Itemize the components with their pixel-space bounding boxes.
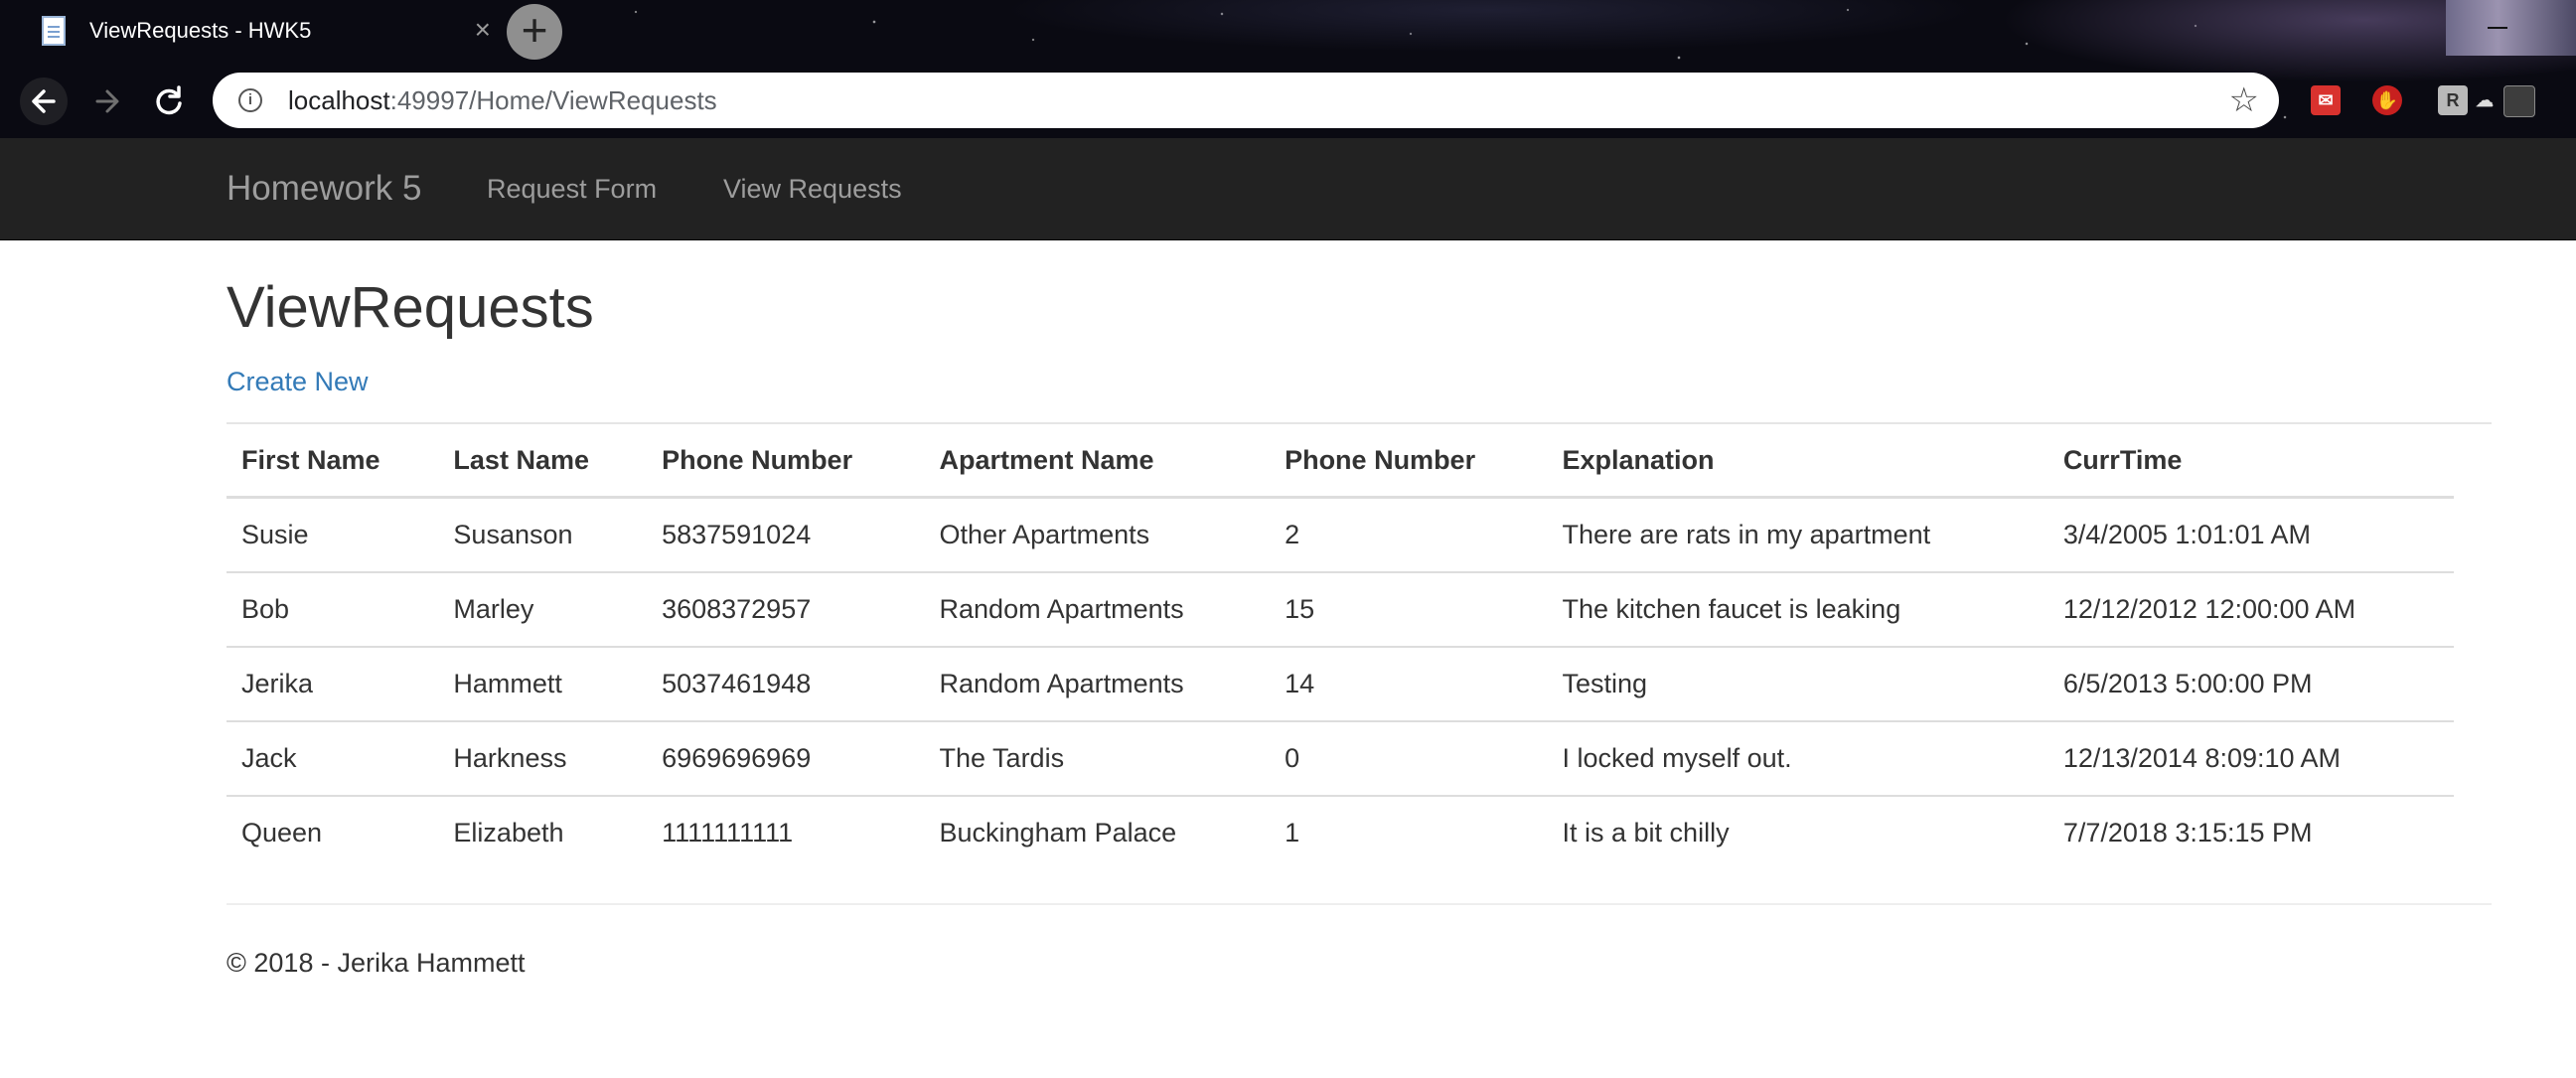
cell-last-name: Hammett bbox=[438, 647, 648, 722]
cell-first-name: Bob bbox=[227, 572, 439, 648]
cell-phone-number: 6969696969 bbox=[647, 721, 925, 797]
reload-icon bbox=[156, 85, 182, 115]
cell-apartment-name: Random Apartments bbox=[924, 572, 1271, 648]
cloud-icon[interactable]: ☁ bbox=[2474, 85, 2496, 115]
table-row: Queen Elizabeth 1111111111 Buckingham Pa… bbox=[227, 796, 2454, 869]
cell-phone-number-2: 15 bbox=[1270, 572, 1548, 648]
site-navbar: Homework 5 Request Form View Requests bbox=[0, 138, 2576, 240]
table-row: Susie Susanson 5837591024 Other Apartmen… bbox=[227, 497, 2454, 573]
tab-title: ViewRequests - HWK5 bbox=[89, 18, 312, 43]
cell-first-name: Jerika bbox=[227, 647, 439, 722]
cell-first-name: Susie bbox=[227, 497, 439, 573]
extension-icon[interactable]: ✉ bbox=[2311, 85, 2341, 115]
cell-explanation: It is a bit chilly bbox=[1562, 818, 1730, 847]
cell-explanation: There are rats in my apartment bbox=[1547, 497, 2048, 573]
cell-last-name: Susanson bbox=[438, 497, 648, 573]
header-curr-time: CurrTime bbox=[2047, 424, 2454, 499]
cell-explanation: Testing bbox=[1547, 647, 2048, 722]
star-icon[interactable]: ☆ bbox=[2229, 80, 2259, 120]
arrow-right-icon bbox=[95, 89, 119, 113]
cell-curr-time: 7/7/2018 3:15:15 PM bbox=[2062, 818, 2313, 847]
back-button[interactable] bbox=[20, 77, 68, 125]
reload-button[interactable] bbox=[145, 77, 193, 125]
create-new-link[interactable]: Create New bbox=[227, 367, 369, 397]
extension-icon[interactable] bbox=[2503, 85, 2535, 117]
cell-phone-number-2: 0 bbox=[1270, 721, 1548, 797]
nav-view-requests[interactable]: View Requests bbox=[723, 138, 902, 239]
cell-curr-time: 12/13/2014 8:09:10 AM bbox=[2047, 721, 2454, 797]
cell-phone-number: 5837591024 bbox=[647, 497, 925, 573]
cell-first-name: Queen bbox=[241, 818, 323, 847]
new-tab-button[interactable]: + bbox=[507, 4, 562, 60]
header-phone-number-2: Phone Number bbox=[1270, 424, 1548, 499]
cell-last-name: Marley bbox=[438, 572, 648, 648]
cell-last-name: Elizabeth bbox=[453, 818, 564, 847]
cell-phone-number-2: 2 bbox=[1270, 497, 1548, 573]
header-first-name: First Name bbox=[227, 424, 439, 499]
url-host: localhost bbox=[288, 84, 390, 115]
cell-first-name: Jack bbox=[227, 721, 439, 797]
cell-curr-time: 6/5/2013 5:00:00 PM bbox=[2047, 647, 2454, 722]
cell-curr-time: 12/12/2012 12:00:00 AM bbox=[2047, 572, 2454, 648]
minimize-icon[interactable] bbox=[2488, 27, 2507, 29]
table-row: Bob Marley 3608372957 Random Apartments … bbox=[227, 572, 2454, 648]
adblock-icon[interactable]: ✋ bbox=[2372, 85, 2402, 115]
cell-explanation: The kitchen faucet is leaking bbox=[1547, 572, 2048, 648]
brand-link[interactable]: Homework 5 bbox=[227, 138, 421, 239]
header-last-name: Last Name bbox=[438, 424, 648, 499]
cell-apartment-name: Random Apartments bbox=[924, 647, 1271, 722]
close-icon[interactable]: × bbox=[475, 16, 491, 44]
table-row: Jerika Hammett 5037461948 Random Apartme… bbox=[227, 647, 2454, 722]
browser-chrome: ViewRequests - HWK5 × + i localhost :499… bbox=[0, 0, 2576, 138]
cell-apartment-name: Other Apartments bbox=[924, 497, 1271, 573]
info-icon[interactable]: i bbox=[238, 88, 262, 112]
cell-phone-number: 1111111111 bbox=[662, 818, 794, 847]
address-bar[interactable]: i localhost :49997/Home/ViewRequests ☆ bbox=[213, 73, 2279, 128]
arrow-left-icon bbox=[32, 89, 56, 113]
header-explanation: Explanation bbox=[1547, 424, 2048, 499]
url-path: :49997/Home/ViewRequests bbox=[389, 84, 717, 115]
cell-apartment-name: Buckingham Palace bbox=[939, 818, 1177, 847]
requests-table: First Name Last Name Phone Number Apartm… bbox=[227, 424, 2454, 869]
cell-phone-number: 3608372957 bbox=[647, 572, 925, 648]
cell-phone-number-2: 14 bbox=[1270, 647, 1548, 722]
nav-request-form[interactable]: Request Form bbox=[487, 138, 657, 239]
table-row: Jack Harkness 6969696969 The Tardis 0 I … bbox=[227, 721, 2454, 797]
header-apartment-name: Apartment Name bbox=[924, 424, 1271, 499]
header-phone-number: Phone Number bbox=[647, 424, 925, 499]
footer-copyright: © 2018 - Jerika Hammett bbox=[227, 948, 526, 978]
table-header-row: First Name Last Name Phone Number Apartm… bbox=[227, 424, 2454, 499]
cell-last-name: Harkness bbox=[438, 721, 648, 797]
document-icon bbox=[42, 16, 66, 46]
forward-button[interactable] bbox=[83, 77, 131, 125]
footer-divider bbox=[227, 903, 2492, 905]
cell-curr-time: 3/4/2005 1:01:01 AM bbox=[2047, 497, 2454, 573]
window-thumbnail bbox=[2446, 0, 2576, 56]
page-title: ViewRequests bbox=[227, 275, 594, 340]
browser-tab[interactable]: ViewRequests - HWK5 × bbox=[22, 0, 491, 62]
cell-phone-number-2: 1 bbox=[1285, 818, 1300, 847]
cell-explanation: I locked myself out. bbox=[1547, 721, 2048, 797]
cell-phone-number: 5037461948 bbox=[647, 647, 925, 722]
cell-apartment-name: The Tardis bbox=[924, 721, 1271, 797]
extension-icon[interactable]: R bbox=[2438, 85, 2468, 115]
